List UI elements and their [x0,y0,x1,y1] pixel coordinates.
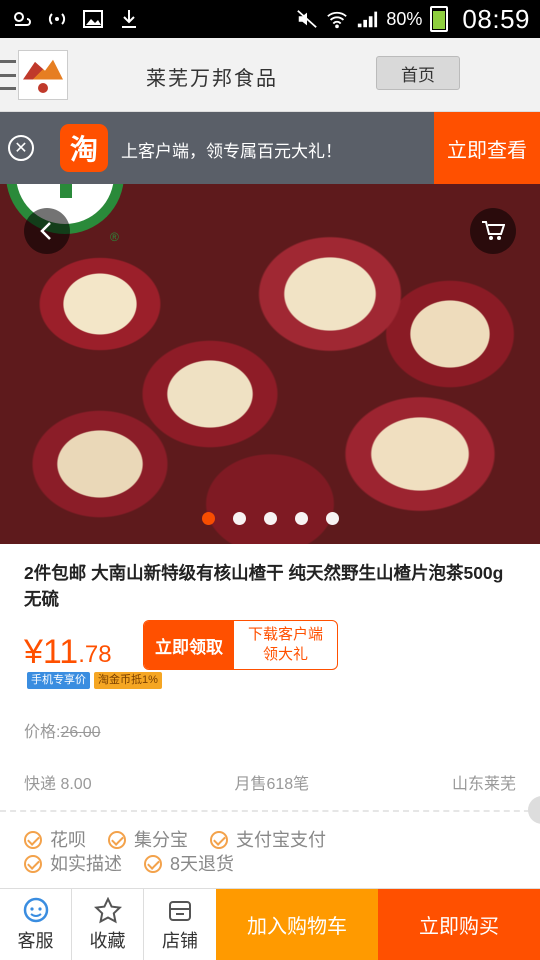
side-decoration [528,796,540,824]
customer-service-button[interactable]: 客服 [0,889,72,960]
carousel-indicator [0,512,540,525]
check-circle-icon [144,855,162,873]
taobao-logo-icon: 淘 [60,124,108,172]
signal-icon [356,8,378,30]
price: ¥11.78 [24,620,112,672]
customer-service-label: 客服 [17,930,54,951]
back-arrow-icon[interactable] [24,208,70,254]
status-bar-right: 80% 08:59 [296,4,530,35]
product-image-carousel[interactable]: ® [0,184,540,544]
carousel-dot[interactable] [325,512,339,525]
shop-logo-icon[interactable] [18,50,68,100]
original-price: 价格:26.00 [24,718,101,742]
cart-icon[interactable] [470,208,516,254]
store-button[interactable]: 店铺 [144,889,216,960]
shop-name[interactable]: 莱芜万邦食品 [146,62,278,91]
price-symbol: ¥ [24,633,43,671]
service-item: 如实描述 [24,852,122,876]
check-circle-icon [108,831,126,849]
battery-percent: 80% [386,8,423,29]
price-integer: 11 [42,633,79,671]
wifi-hotspot-icon [46,8,68,30]
product-title: 2件包邮 大南山新特级有核山楂干 纯天然野生山楂片泡茶500g无硫 [24,563,504,609]
wifi-icon [326,8,348,30]
download-client-link[interactable]: 下载客户端 领大礼 [234,621,337,669]
carousel-dot[interactable] [201,512,215,525]
price-decimal: .78 [78,641,112,668]
ship-location: 山东莱芜 [451,776,516,793]
coupon-text-line1: 下载客户端 [247,626,323,643]
status-bar: 80% 08:59 [0,0,540,38]
service-guarantees[interactable]: 花呗 集分宝 支付宝支付 如实描述 8天退货 [24,828,326,876]
store-icon [169,900,191,921]
image-icon [82,8,104,30]
clock: 08:59 [462,3,530,34]
carousel-dot[interactable] [294,512,308,525]
add-to-cart-button[interactable]: 加入购物车 [216,889,378,960]
mute-icon [296,8,318,30]
monthly-sales: 月售618笔 [234,776,310,793]
service-item: 8天退货 [144,852,234,876]
favorite-label: 收藏 [89,930,126,951]
coupon-text-line2: 领大礼 [262,646,308,663]
battery-icon [430,6,449,32]
store-label: 店铺 [162,930,198,951]
buy-now-button[interactable]: 立即购买 [378,889,540,960]
coupon-box: 立即领取 下载客户端 领大礼 [143,620,338,670]
carousel-dot[interactable] [232,512,246,525]
carousel-dot[interactable] [263,512,277,525]
check-circle-icon [210,831,228,849]
favorite-button[interactable]: 收藏 [72,889,144,960]
mobile-price-badge: 手机专享价 [27,672,90,689]
weather-icon [10,8,32,30]
chat-icon [23,897,48,922]
star-icon [93,896,122,923]
shop-header: 莱芜万邦食品 首页 [0,38,540,112]
divider [0,810,540,812]
close-icon[interactable]: ✕ [8,135,34,161]
home-button[interactable]: 首页 [376,56,460,90]
service-item: 花呗 [24,828,86,852]
product-meta: 快递 8.00 月售618笔 山东莱芜 [24,770,516,794]
claim-coupon-button[interactable]: 立即领取 [144,621,234,669]
view-now-button[interactable]: 立即查看 [434,112,540,184]
menu-icon[interactable] [0,60,16,90]
price-tags: 手机专享价 淘金币抵1% [27,672,162,689]
download-icon [118,8,140,30]
check-circle-icon [24,855,42,873]
banner-text: 上客户端，领专属百元大礼！ [121,142,342,161]
service-item: 支付宝支付 [210,828,326,852]
taobao-gold-badge: 淘金币抵1% [94,672,162,689]
check-circle-icon [24,831,42,849]
status-bar-left [10,8,140,30]
shipping-fee: 快递 8.00 [24,776,92,793]
app-download-banner: ✕ 淘 上客户端，领专属百元大礼！ 立即查看 [0,112,540,184]
bottom-action-bar: 客服 收藏 店铺 加入购物车 立即购买 [0,888,540,960]
original-price-value: 26.00 [60,724,101,741]
original-price-label: 价格: [24,724,61,741]
service-item: 集分宝 [108,828,188,852]
